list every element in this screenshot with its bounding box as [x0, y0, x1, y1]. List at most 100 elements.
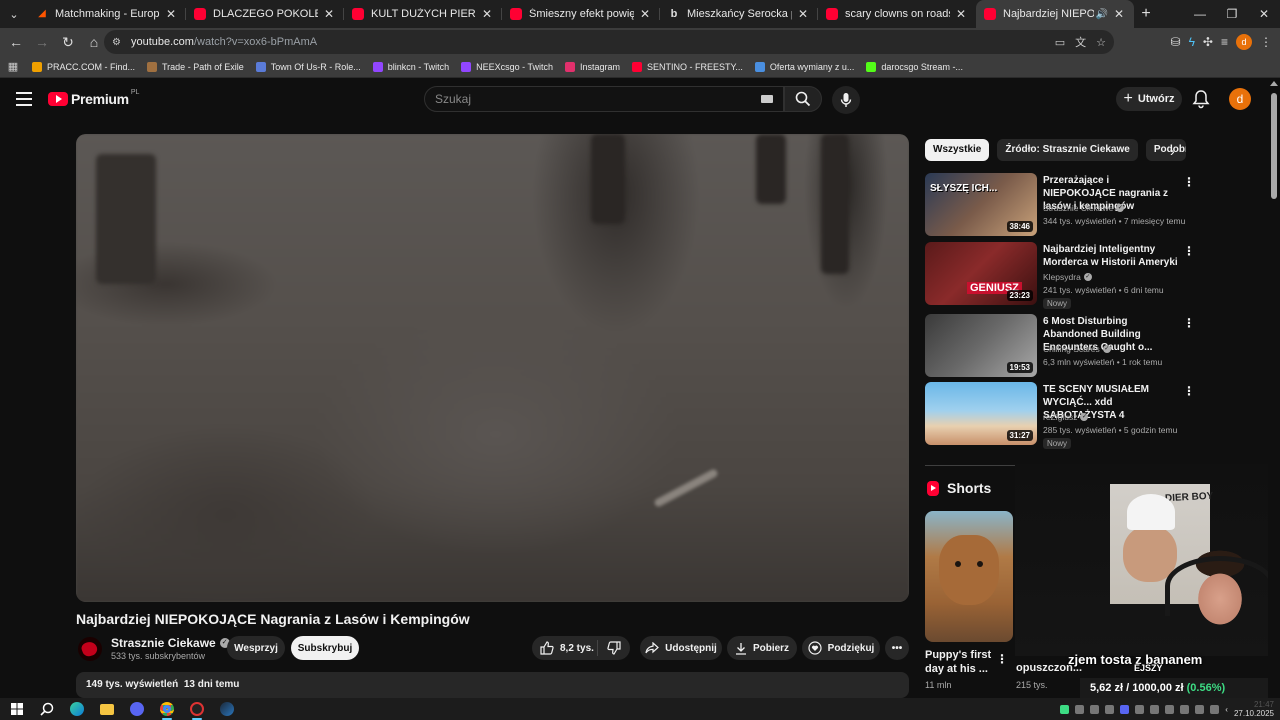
nvidia-icon[interactable] [1060, 704, 1070, 714]
chevron-right-icon[interactable]: › [1170, 143, 1175, 159]
home-icon[interactable]: ⌂ [82, 30, 106, 54]
reload-icon[interactable]: ↻ [56, 30, 80, 54]
video-thumbnail[interactable]: GENIUSZ 23:23 [925, 242, 1037, 305]
bookmark[interactable]: Town Of Us-R - Role... [250, 61, 367, 72]
chip-from-channel[interactable]: Źródło: Strasznie Ciekawe [997, 139, 1138, 161]
browser-tab[interactable]: DLACZEGO POKOLENIE Z NIE MA ✕ [186, 0, 344, 28]
browser-tab[interactable]: KULT DUŻYCH PIERSI - IMPLANTY ✕ [344, 0, 502, 28]
bookmark[interactable]: Trade - Path of Exile [141, 61, 250, 72]
subscribe-button[interactable]: Subskrybuj [291, 636, 359, 660]
bookmark[interactable]: SENTINO - FREESTY... [626, 61, 749, 72]
recommended-channel[interactable]: Strasznie Ciekawe ✓ [1043, 203, 1125, 213]
close-tab-icon[interactable]: ✕ [796, 7, 810, 21]
windows-start-icon[interactable] [2, 698, 32, 720]
video-player[interactable] [76, 134, 909, 602]
bookmark-star-icon[interactable]: ☆ [1096, 36, 1106, 49]
extension-icon[interactable]: ⛁ [1171, 35, 1181, 49]
share-button[interactable]: Udostępnij [640, 636, 722, 660]
browser-tab[interactable]: b Mieszkańcy Serocka przerażeni ✕ [660, 0, 818, 28]
tray-icon[interactable] [1135, 704, 1145, 714]
translate-icon[interactable]: 文 [1075, 34, 1086, 50]
recommended-channel[interactable]: reZigiusz ✓ [1043, 412, 1089, 422]
browser-menu-icon[interactable]: ⋮ [1260, 35, 1272, 49]
dislike-button[interactable] [598, 641, 630, 655]
recommended-title[interactable]: Najbardziej Inteligentny Morderca w Hist… [1043, 243, 1183, 269]
address-bar[interactable]: ⚙ youtube.com/watch?v=xox6-bPmAmA ▭ 文 ☆ [104, 30, 1114, 54]
extensions-puzzle-icon[interactable]: ✣ [1203, 35, 1213, 49]
description-box[interactable]: 149 tys. wyświetleń 13 dni temu [76, 672, 909, 698]
search-icon[interactable] [32, 698, 62, 720]
recommended-video[interactable]: 19:53 6 Most Disturbing Abandoned Buildi… [925, 314, 1265, 378]
like-button[interactable]: 8,2 tys. [532, 640, 598, 656]
menu-icon[interactable] [16, 92, 32, 106]
channel-name[interactable]: Strasznie Ciekawe ✓ [111, 636, 230, 650]
more-vertical-icon[interactable]: ⋮ [1183, 175, 1195, 189]
chip-all[interactable]: Wszystkie [925, 139, 990, 161]
notifications-bell-icon[interactable] [1192, 89, 1210, 109]
video-thumbnail[interactable]: 31:27 [925, 382, 1037, 445]
search-button[interactable] [784, 86, 822, 112]
extension-icon[interactable]: ϟ [1189, 35, 1195, 49]
chevron-left-icon[interactable]: ‹ [1225, 705, 1228, 714]
browser-tab[interactable]: Śmieszny efekt powiększenia u ✕ [502, 0, 660, 28]
download-button[interactable]: Pobierz [727, 636, 797, 660]
close-tab-icon[interactable]: ✕ [480, 7, 494, 21]
profile-avatar[interactable]: d [1236, 34, 1252, 50]
create-button[interactable]: + Utwórz [1116, 87, 1182, 111]
close-window-icon[interactable]: ✕ [1248, 0, 1280, 28]
short-title[interactable]: Puppy's first day at his ... [925, 648, 993, 676]
file-explorer-icon[interactable] [92, 698, 122, 720]
bookmark[interactable]: PRACC.COM - Find... [26, 61, 141, 72]
browser-tab-active[interactable]: Najbardziej NIEPOKOJĄCE Nagrania 🔊 ✕ [976, 0, 1134, 28]
voice-search-button[interactable] [832, 86, 860, 114]
minimize-icon[interactable]: — [1184, 0, 1216, 28]
site-info-icon[interactable]: ⚙ [112, 37, 121, 48]
video-thumbnail[interactable]: SŁYSZĘ ICH... 38:46 [925, 173, 1037, 236]
faceit-ac-icon[interactable] [182, 698, 212, 720]
tray-icon[interactable] [1165, 704, 1175, 714]
back-icon[interactable]: ← [4, 30, 28, 54]
restore-icon[interactable]: ❐ [1216, 0, 1248, 28]
system-clock[interactable]: 21:47 27.10.2025 [1234, 700, 1274, 718]
more-vertical-icon[interactable]: ⋮ [1183, 244, 1195, 258]
cast-icon[interactable]: ▭ [1055, 36, 1065, 49]
recommended-channel[interactable]: Chilling Scares ✓ [1043, 344, 1111, 354]
tray-icon[interactable] [1195, 704, 1205, 714]
forward-icon[interactable]: → [30, 30, 54, 54]
more-vertical-icon[interactable]: ⋮ [1183, 316, 1195, 330]
bookmark[interactable]: NEEXcsgo - Twitch [455, 61, 559, 72]
more-vertical-icon[interactable]: ⋮ [1183, 384, 1195, 398]
steam-icon[interactable] [212, 698, 242, 720]
close-tab-icon[interactable]: ✕ [164, 7, 178, 21]
tab-search-menu-icon[interactable]: ⌄ [0, 0, 28, 28]
channel-avatar[interactable] [78, 637, 102, 661]
discord-icon[interactable] [122, 698, 152, 720]
reading-list-icon[interactable]: ≡ [1221, 35, 1228, 49]
scrollbar-thumb[interactable] [1271, 93, 1277, 199]
bookmark[interactable]: blinkcn - Twitch [367, 61, 455, 72]
close-tab-icon[interactable]: ✕ [322, 7, 336, 21]
new-tab-button[interactable]: + [1134, 5, 1158, 23]
tray-icon[interactable] [1210, 704, 1220, 714]
more-vertical-icon[interactable]: ⋮ [996, 652, 1008, 666]
search-input[interactable]: Szukaj [424, 86, 784, 112]
close-tab-icon[interactable]: ✕ [638, 7, 652, 21]
recommended-video[interactable]: 31:27 TE SCENY MUSIAŁEM WYCIĄĆ... xdd SA… [925, 382, 1265, 449]
short-thumbnail[interactable] [925, 511, 1013, 642]
scroll-up-icon[interactable] [1270, 81, 1278, 86]
recommended-video[interactable]: SŁYSZĘ ICH... 38:46 Przerażające i NIEPO… [925, 173, 1265, 237]
tray-icon[interactable] [1090, 704, 1100, 714]
tray-icon[interactable] [1075, 704, 1085, 714]
tray-icon[interactable] [1150, 704, 1160, 714]
keyboard-icon[interactable] [761, 95, 773, 103]
apps-grid-icon[interactable]: ▦ [0, 60, 26, 73]
youtube-logo[interactable]: Premium PL [48, 89, 139, 107]
thanks-button[interactable]: Podziękuj [802, 636, 880, 660]
support-button[interactable]: Wesprzyj [227, 636, 285, 660]
chrome-icon[interactable] [152, 698, 182, 720]
audio-playing-icon[interactable]: 🔊 [1096, 9, 1108, 20]
tray-icon[interactable] [1105, 704, 1115, 714]
account-avatar[interactable]: d [1229, 88, 1251, 110]
browser-tab[interactable]: ◢ Matchmaking - Europe 5v5 Queue ✕ [28, 0, 186, 28]
tray-icon[interactable] [1180, 704, 1190, 714]
